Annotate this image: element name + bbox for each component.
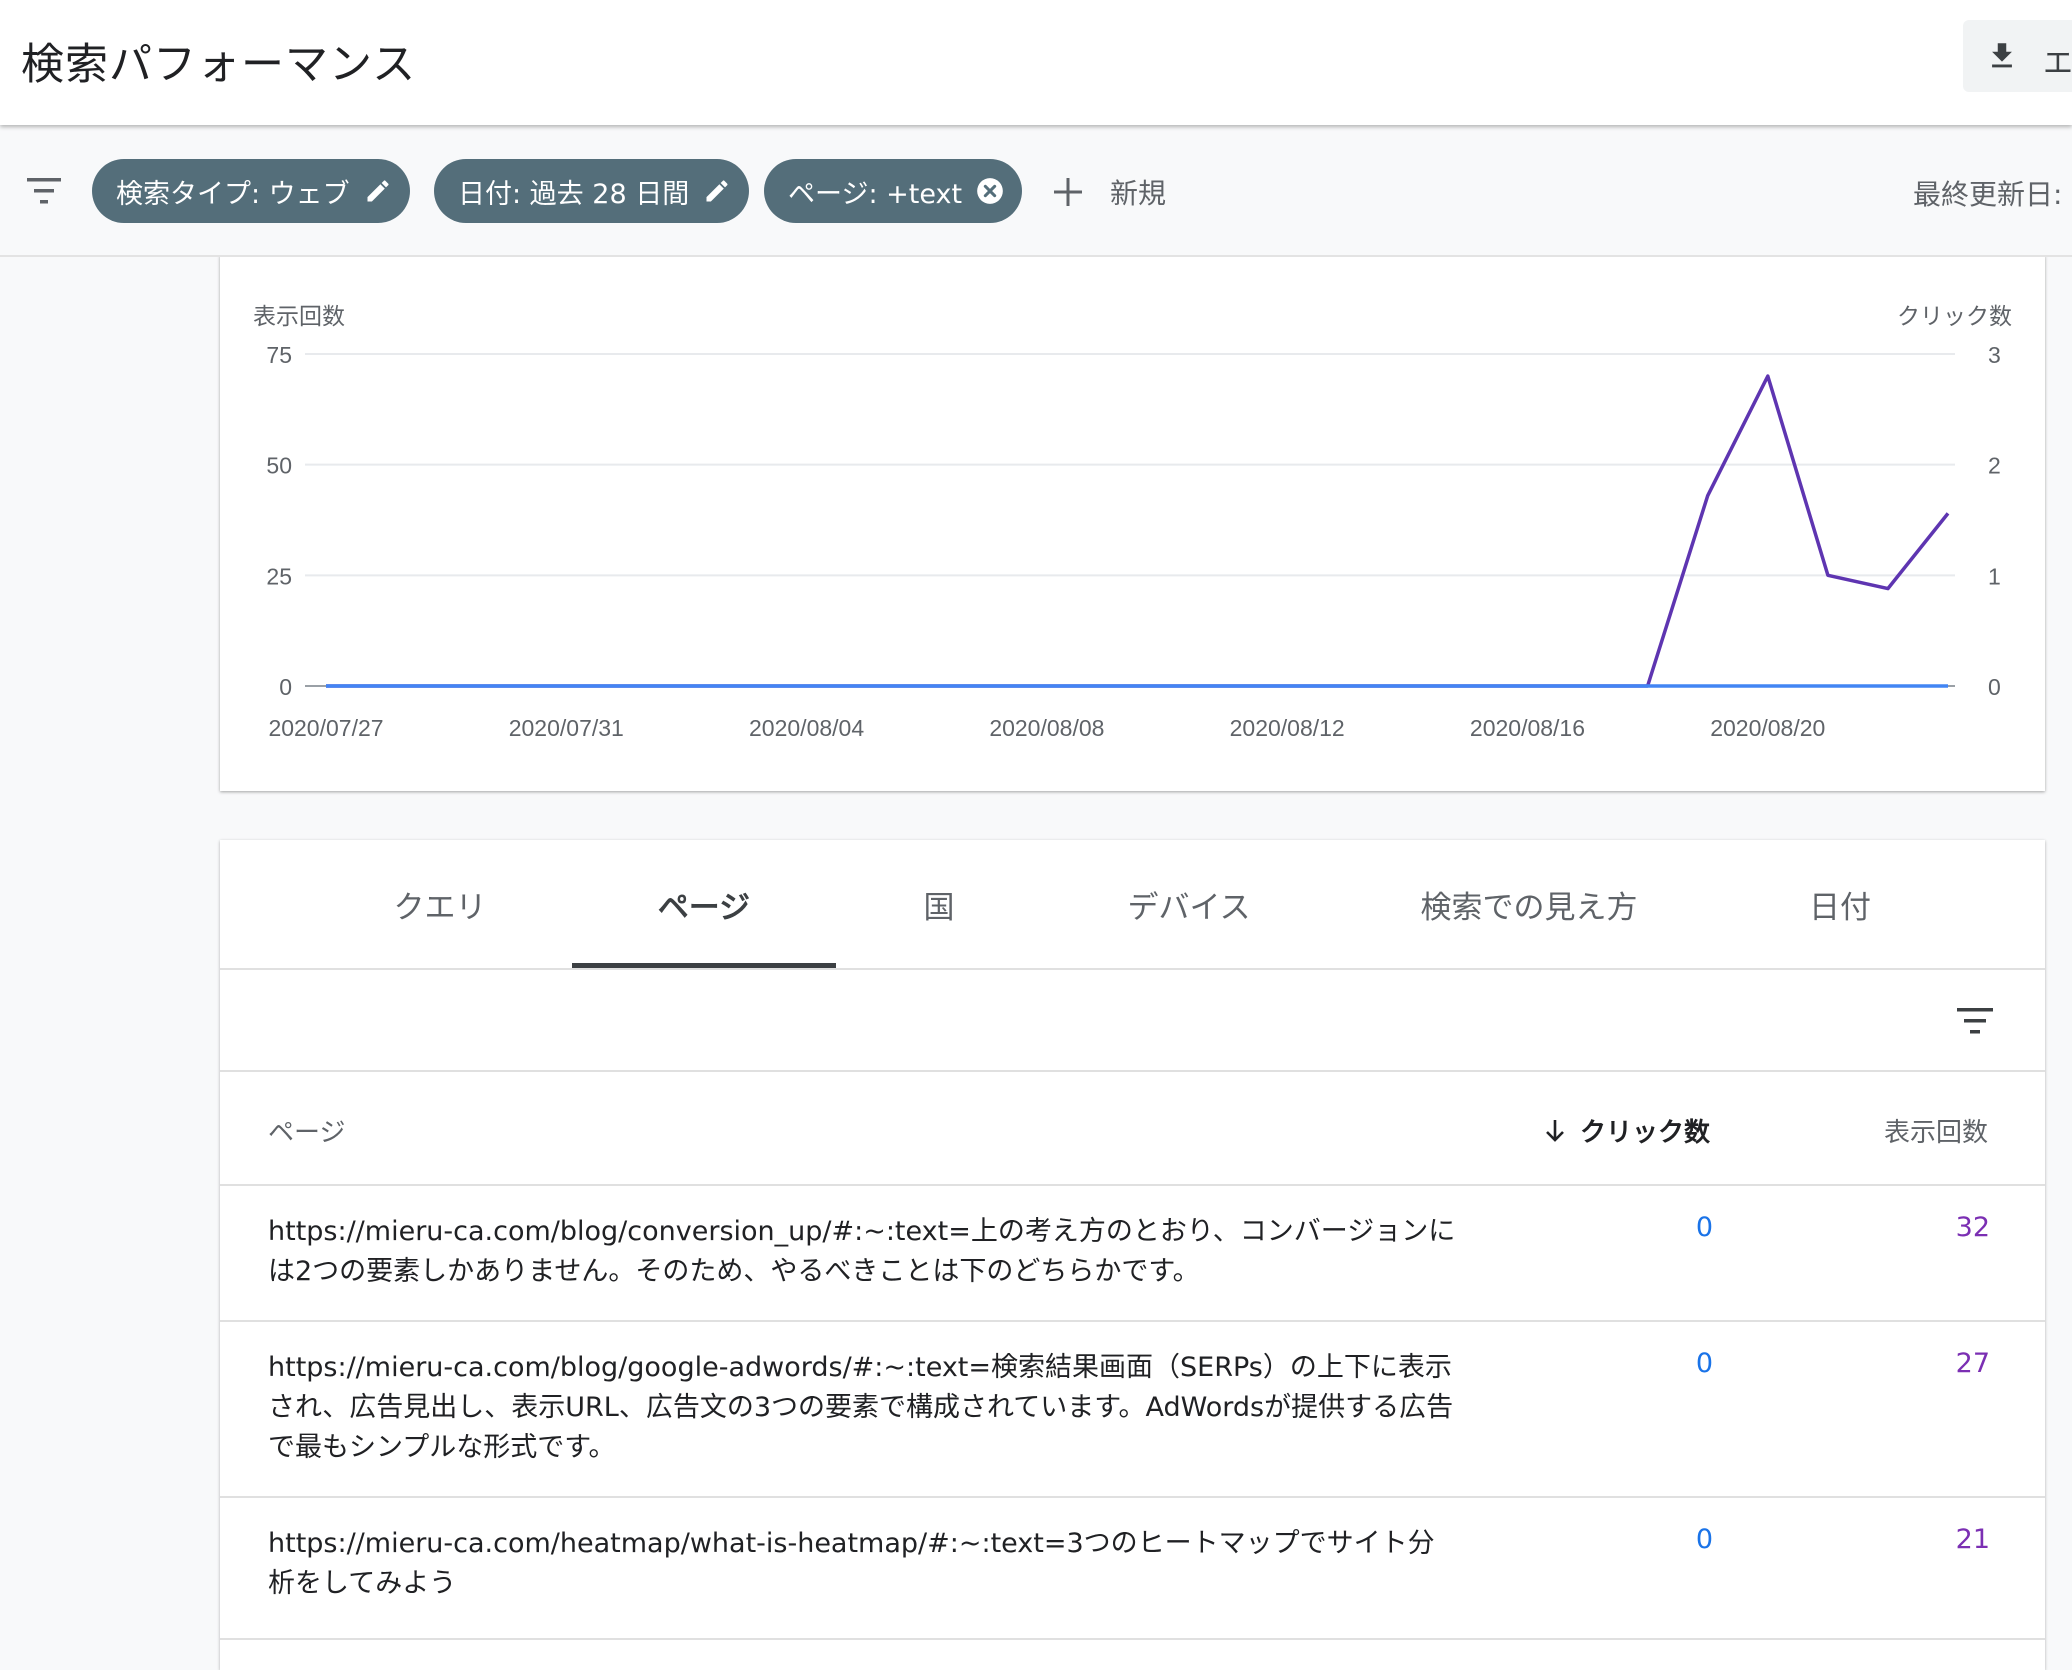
filter-bar: 検索タイプ: ウェブ 日付: 過去 28 日間 ページ: +text 新規 最終… [0, 125, 2072, 257]
tab-date[interactable]: 日付 [1809, 882, 1871, 927]
y-right-tick-label: 0 [1988, 674, 2001, 700]
tab-query[interactable]: クエリ [394, 882, 487, 927]
x-tick-label: 2020/08/04 [749, 715, 864, 741]
y-right-tick-label: 1 [1988, 563, 2001, 589]
chip-label: 日付: 過去 28 日間 [458, 178, 690, 210]
dimension-tabs: クエリ ページ 国 デバイス 検索での見え方 日付 [220, 840, 2045, 970]
performance-chart: 表示回数 クリック数 75 50 25 0 3 2 1 0 2020/07/27 2020/07/31… [253, 303, 2012, 741]
y-left-tick-label: 0 [279, 674, 292, 700]
page-url-cell: https://mieru-ca.com/heatmap/what-is-hea… [268, 1528, 1435, 1599]
tab-device[interactable]: デバイス [1127, 882, 1250, 927]
page-title: 検索パフォーマンス [21, 40, 417, 90]
table-row[interactable]: https://mieru-ca.com/blog/conversion_up/… [220, 1186, 2045, 1322]
chip-search-type[interactable]: 検索タイプ: ウェブ [92, 159, 410, 223]
pencil-icon[interactable] [703, 177, 731, 205]
export-button[interactable]: エ [1963, 20, 2072, 92]
y-right-tick-label: 3 [1988, 342, 2001, 368]
x-tick-label: 2020/08/20 [1710, 715, 1825, 741]
impressions-cell: 21 [1955, 1524, 1990, 1555]
performance-chart-card: 表示回数 クリック数 75 50 25 0 3 2 1 0 2020/07/27 2020/07/31… [220, 255, 2045, 791]
active-tab-indicator [572, 963, 836, 968]
y-left-axis-label: 表示回数 [253, 303, 345, 329]
plus-icon [1054, 178, 1082, 206]
chip-label: 検索タイプ: ウェブ [116, 178, 350, 210]
y-left-tick-label: 50 [266, 453, 292, 479]
close-circle-icon[interactable] [976, 177, 1004, 205]
tab-country[interactable]: 国 [924, 882, 955, 927]
column-header-page[interactable]: ページ [268, 1112, 345, 1149]
page-url-cell: https://mieru-ca.com/blog/conversion_up/… [268, 1216, 1456, 1287]
table-toolbar [220, 970, 2045, 1072]
add-filter-label: 新規 [1110, 177, 1167, 210]
filter-list-icon[interactable] [25, 175, 65, 207]
impressions-cell: 27 [1955, 1348, 1990, 1379]
impressions-series-line [326, 374, 1950, 688]
arrow-down-icon [1546, 1119, 1564, 1142]
last-updated-label: 最終更新日: [1913, 178, 2063, 211]
y-right-axis-label: クリック数 [1897, 303, 2012, 329]
add-filter-button[interactable]: 新規 [1052, 167, 1166, 217]
column-header-clicks[interactable]: クリック数 [1544, 1112, 1710, 1149]
table-header: ページ クリック数 表示回数 [220, 1072, 2045, 1186]
pencil-icon[interactable] [364, 177, 392, 205]
clicks-cell: 0 [1695, 1212, 1713, 1243]
clicks-cell: 0 [1695, 1524, 1713, 1555]
results-table-card: クエリ ページ 国 デバイス 検索での見え方 日付 ページ クリック数 表示回数… [220, 840, 2045, 1670]
chip-page[interactable]: ページ: +text [764, 159, 1023, 223]
column-header-impressions[interactable]: 表示回数 [1884, 1112, 1988, 1149]
tab-page[interactable]: ページ [658, 882, 750, 927]
y-left-tick-label: 75 [266, 342, 292, 368]
table-row[interactable]: https://mieru-ca.com/heatmap/what-is-hea… [220, 1498, 2045, 1640]
table-row[interactable]: https://mieru-ca.com/blog/google-adwords… [220, 1322, 2045, 1498]
y-right-tick-label: 2 [1988, 453, 2001, 479]
column-header-clicks-label: クリック数 [1580, 1118, 1711, 1148]
impressions-cell: 32 [1955, 1212, 1990, 1243]
page-url-cell: https://mieru-ca.com/blog/google-adwords… [268, 1352, 1454, 1463]
chip-label: ページ: +text [788, 178, 963, 210]
table-filter-icon[interactable] [1956, 1006, 1994, 1036]
x-tick-label: 2020/08/12 [1230, 715, 1345, 741]
clicks-cell: 0 [1695, 1348, 1713, 1379]
x-tick-label: 2020/08/16 [1470, 715, 1585, 741]
app-header: 検索パフォーマンス エ [0, 0, 2072, 125]
tab-search-appearance[interactable]: 検索での見え方 [1421, 882, 1638, 927]
download-icon [1992, 43, 2012, 68]
y-left-tick-label: 25 [266, 563, 292, 589]
x-tick-label: 2020/08/08 [989, 715, 1104, 741]
chip-date[interactable]: 日付: 過去 28 日間 [434, 159, 750, 223]
x-tick-label: 2020/07/27 [268, 715, 383, 741]
x-tick-label: 2020/07/31 [509, 715, 624, 741]
export-label: エ [2043, 46, 2072, 81]
